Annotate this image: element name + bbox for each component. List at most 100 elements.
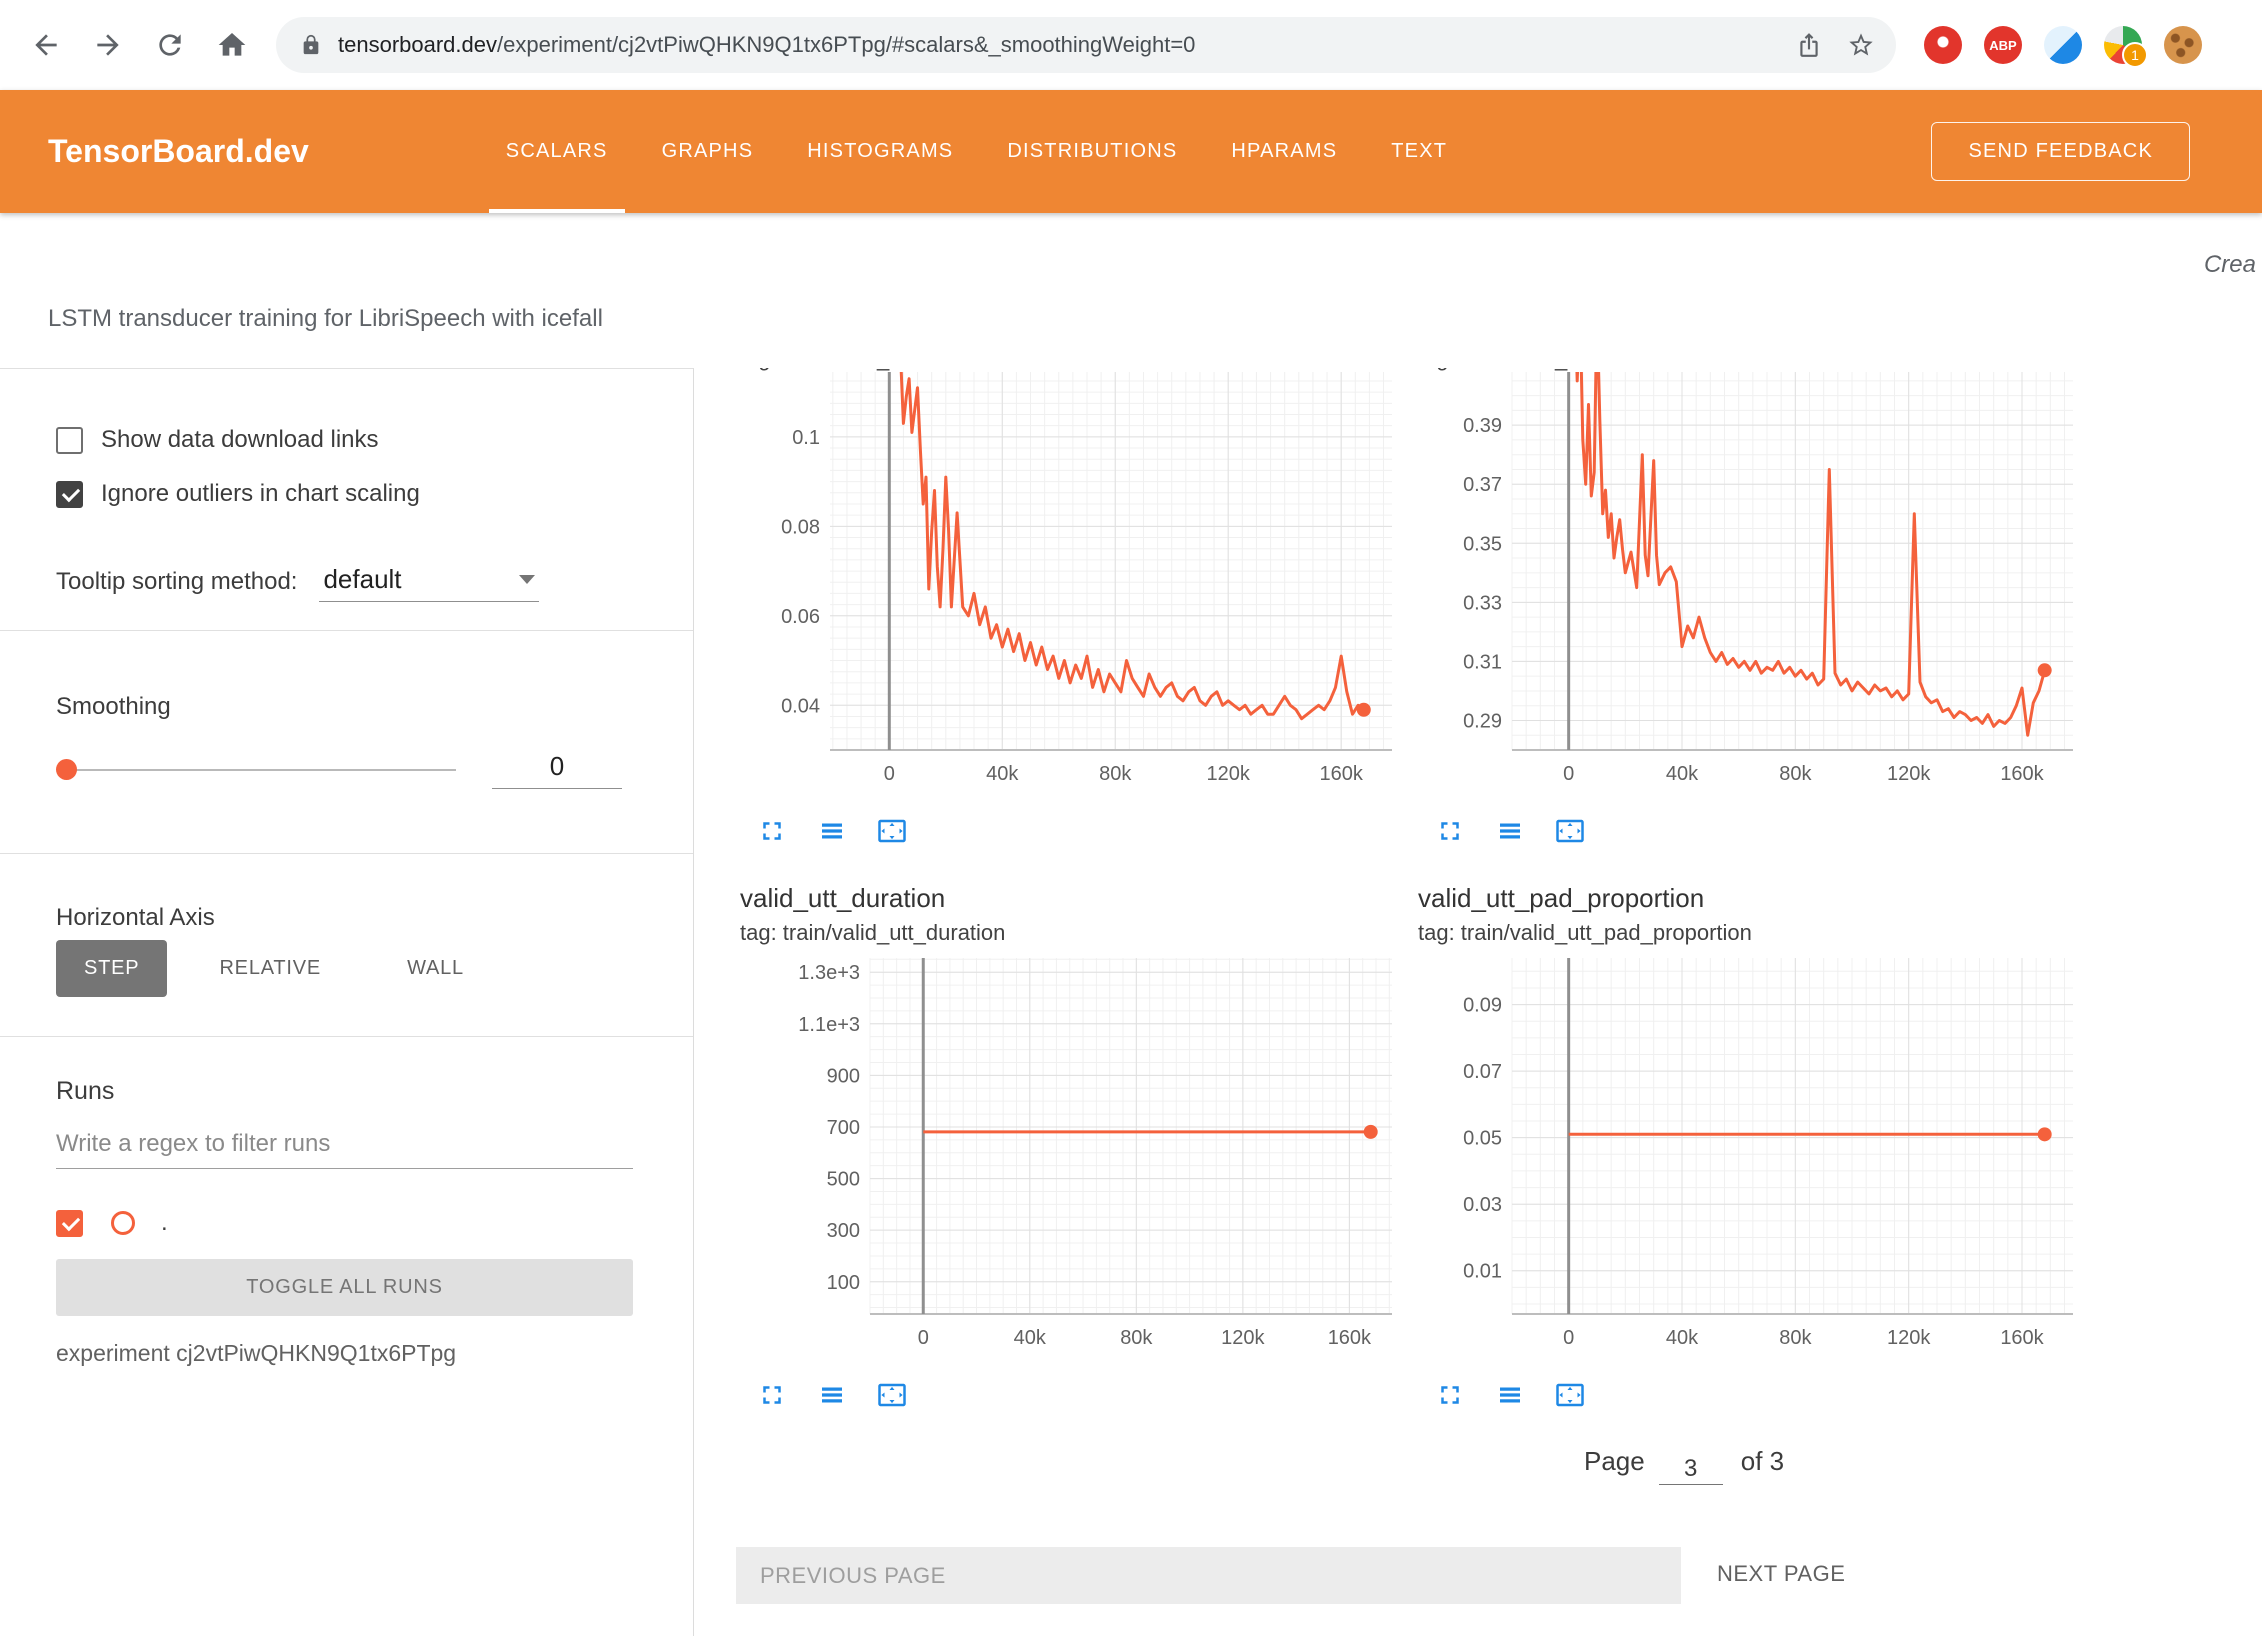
- svg-text:40k: 40k: [1666, 763, 1699, 785]
- axis-wall-button[interactable]: WALL: [379, 940, 492, 997]
- abp-extension-icon[interactable]: ABP: [1984, 26, 2022, 64]
- chart-actions: [756, 815, 1400, 847]
- svg-text:120k: 120k: [1887, 763, 1931, 785]
- tab-hparams[interactable]: HPARAMS: [1204, 90, 1364, 213]
- abp-label: ABP: [1989, 38, 2016, 53]
- url-domain: tensorboard.dev: [338, 32, 497, 57]
- send-feedback-button[interactable]: SEND FEEDBACK: [1931, 122, 2190, 181]
- svg-text:0.08: 0.08: [781, 516, 820, 538]
- address-bar[interactable]: tensorboard.dev/experiment/cj2vtPiwQHKN9…: [276, 17, 1896, 73]
- tab-text[interactable]: TEXT: [1364, 90, 1474, 213]
- svg-text:1.3e+3: 1.3e+3: [798, 962, 860, 984]
- toggle-all-runs-button[interactable]: TOGGLE ALL RUNS: [56, 1259, 633, 1316]
- smoothing-value-input[interactable]: 0: [492, 751, 622, 789]
- expand-chart-icon[interactable]: [1434, 1379, 1466, 1411]
- axis-step-button[interactable]: STEP: [56, 940, 167, 997]
- chart-actions: [1434, 815, 2081, 847]
- tooltip-sorting-value: default: [323, 564, 401, 595]
- svg-text:0.37: 0.37: [1463, 474, 1502, 496]
- svg-text:0.31: 0.31: [1463, 651, 1502, 673]
- profile-badge: 1: [2122, 42, 2148, 68]
- tooltip-sorting-row: Tooltip sorting method: default: [56, 564, 633, 602]
- chart-canvas-valid-utt-duration[interactable]: 1003005007009001.1e+31.3e+3040k80k120k16…: [740, 958, 1400, 1363]
- page-of-label: of 3: [1741, 1446, 1784, 1477]
- chart-title: valid_utt_pad_proportion: [1418, 882, 2081, 914]
- show-download-links-label: Show data download links: [101, 426, 379, 454]
- fit-domain-icon[interactable]: [1554, 1379, 1586, 1411]
- profile-avatar[interactable]: 1: [2104, 26, 2142, 64]
- tooltip-sorting-select[interactable]: default: [319, 564, 539, 602]
- svg-text:160k: 160k: [1319, 763, 1363, 785]
- url-path: /experiment/cj2vtPiwQHKN9Q1tx6PTpg/#scal…: [497, 32, 1195, 57]
- run-data-icon[interactable]: [816, 815, 848, 847]
- chart-tag: tag: train/valid_utt_pad_proportion: [1418, 920, 2081, 946]
- tab-graphs[interactable]: GRAPHS: [635, 90, 781, 213]
- chart-tag-clipped: tag: train/valid_…: [1418, 368, 2081, 372]
- smoothing-slider[interactable]: [56, 753, 456, 787]
- adblock-extension-icon[interactable]: [1924, 26, 1962, 64]
- pagination: Page of 3: [1584, 1446, 1784, 1485]
- svg-text:120k: 120k: [1221, 1327, 1265, 1349]
- run-checkbox[interactable]: [56, 1210, 83, 1237]
- tab-scalars[interactable]: SCALARS: [479, 90, 635, 213]
- screenshot-extension-icon[interactable]: [2044, 26, 2082, 64]
- svg-text:0.1: 0.1: [792, 427, 820, 449]
- svg-text:900: 900: [827, 1065, 860, 1087]
- chart-card-top-left: tag: train/valid_… 0.040.060.080.1040k80…: [740, 368, 1400, 847]
- svg-text:0.03: 0.03: [1463, 1194, 1502, 1216]
- expand-chart-icon[interactable]: [756, 1379, 788, 1411]
- horizontal-axis-buttons: STEP RELATIVE WALL: [56, 940, 633, 997]
- expand-chart-icon[interactable]: [1434, 815, 1466, 847]
- ignore-outliers-checkbox[interactable]: [56, 481, 83, 508]
- chart-title: valid_utt_duration: [740, 882, 1400, 914]
- chart-card-valid-utt-pad-proportion: valid_utt_pad_proportion tag: train/vali…: [1418, 882, 2081, 1411]
- fit-domain-icon[interactable]: [876, 1379, 908, 1411]
- fit-domain-icon[interactable]: [876, 815, 908, 847]
- run-name: .: [161, 1209, 168, 1237]
- back-icon[interactable]: [28, 27, 64, 63]
- experiment-title: LSTM transducer training for LibriSpeech…: [48, 305, 603, 333]
- cookie-extension-icon[interactable]: [2164, 26, 2202, 64]
- run-data-icon[interactable]: [816, 1379, 848, 1411]
- chart-actions: [1434, 1379, 2081, 1411]
- url-text: tensorboard.dev/experiment/cj2vtPiwQHKN9…: [338, 32, 1774, 58]
- svg-text:500: 500: [827, 1169, 860, 1191]
- svg-text:0.33: 0.33: [1463, 592, 1502, 614]
- next-page-button[interactable]: NEXT PAGE: [1717, 1561, 1845, 1587]
- home-icon[interactable]: [214, 27, 250, 63]
- chart-card-valid-utt-duration: valid_utt_duration tag: train/valid_utt_…: [740, 882, 1400, 1411]
- run-data-icon[interactable]: [1494, 1379, 1526, 1411]
- svg-text:0.04: 0.04: [781, 695, 820, 717]
- svg-text:80k: 80k: [1779, 1327, 1812, 1349]
- share-icon[interactable]: [1792, 28, 1826, 62]
- svg-text:0: 0: [918, 1327, 929, 1349]
- fit-domain-icon[interactable]: [1554, 815, 1586, 847]
- slider-thumb[interactable]: [56, 759, 77, 780]
- tensorboard-logo[interactable]: TensorBoard.dev: [48, 133, 309, 170]
- runs-filter-input[interactable]: [56, 1130, 633, 1169]
- settings-sidebar: Show data download links Ignore outliers…: [0, 368, 694, 1636]
- chart-card-top-right: tag: train/valid_… 0.290.310.330.350.370…: [1418, 368, 2081, 847]
- previous-page-button[interactable]: PREVIOUS PAGE: [736, 1547, 1681, 1604]
- svg-text:120k: 120k: [1887, 1327, 1931, 1349]
- refresh-icon[interactable]: [152, 27, 188, 63]
- divider: [0, 630, 693, 631]
- tab-distributions[interactable]: DISTRIBUTIONS: [980, 90, 1204, 213]
- page-number-input[interactable]: [1659, 1454, 1723, 1485]
- axis-relative-button[interactable]: RELATIVE: [191, 940, 349, 997]
- run-data-icon[interactable]: [1494, 815, 1526, 847]
- chart-canvas-top-right[interactable]: 0.290.310.330.350.370.39040k80k120k160k: [1418, 372, 2081, 799]
- svg-text:40k: 40k: [1014, 1327, 1047, 1349]
- show-download-links-checkbox[interactable]: [56, 427, 83, 454]
- chart-canvas-top-left[interactable]: 0.040.060.080.1040k80k120k160k: [740, 372, 1400, 799]
- expand-chart-icon[interactable]: [756, 815, 788, 847]
- chart-tag: tag: train/valid_utt_duration: [740, 920, 1400, 946]
- lock-icon[interactable]: [300, 34, 322, 56]
- chart-canvas-valid-utt-pad-proportion[interactable]: 0.010.030.050.070.09040k80k120k160k: [1418, 958, 2081, 1363]
- run-color-swatch[interactable]: [111, 1211, 135, 1235]
- tab-histograms[interactable]: HISTOGRAMS: [780, 90, 980, 213]
- svg-text:300: 300: [827, 1220, 860, 1242]
- svg-text:160k: 160k: [2000, 1327, 2044, 1349]
- bookmark-star-icon[interactable]: [1844, 28, 1878, 62]
- forward-icon[interactable]: [90, 27, 126, 63]
